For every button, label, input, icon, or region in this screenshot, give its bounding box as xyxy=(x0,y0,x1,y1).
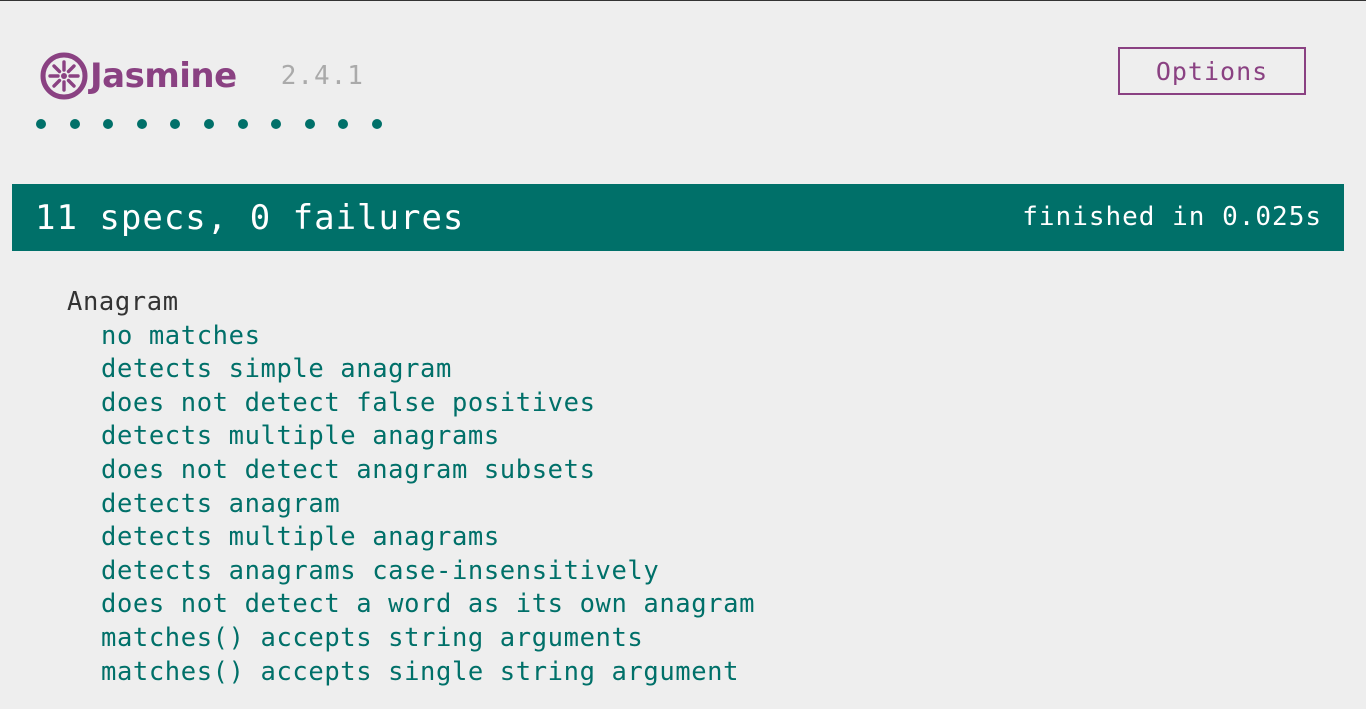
passed-dot-icon xyxy=(36,119,46,129)
suite-title[interactable]: Anagram xyxy=(67,286,755,320)
spec-item[interactable]: does not detect a word as its own anagra… xyxy=(101,588,755,622)
summary-bar: 11 specs, 0 failures finished in 0.025s xyxy=(12,184,1344,251)
options-button[interactable]: Options xyxy=(1118,47,1306,95)
passed-dot-icon xyxy=(304,119,315,129)
passed-dot-icon xyxy=(136,119,147,129)
spec-item[interactable]: detects anagram xyxy=(101,488,755,522)
spec-item[interactable]: matches() accepts string arguments xyxy=(101,622,755,656)
version-label: 2.4.1 xyxy=(280,61,364,91)
passed-dot-icon xyxy=(371,119,382,129)
passed-dot-icon xyxy=(103,119,114,129)
spec-status-dots xyxy=(36,119,406,129)
passed-dot-icon xyxy=(271,119,282,129)
passed-dot-icon xyxy=(338,119,349,129)
logo-wordmark: Jasmine xyxy=(90,56,237,96)
banner: Jasmine 2.4.1 xyxy=(40,52,364,100)
passed-dot-icon xyxy=(170,119,181,129)
spec-item[interactable]: detects simple anagram xyxy=(101,353,755,387)
spec-item[interactable]: detects multiple anagrams xyxy=(101,420,755,454)
top-border xyxy=(0,0,1366,1)
suite-anagram: Anagram no matches detects simple anagram… xyxy=(67,286,755,689)
spec-list: no matches detects simple anagram does not… xyxy=(67,320,755,690)
spec-item[interactable]: detects anagrams case-insensitively xyxy=(101,555,755,589)
jasmine-logo[interactable]: Jasmine xyxy=(40,52,237,100)
jasmine-flower-icon xyxy=(40,52,88,100)
summary-text: 11 specs, 0 failures xyxy=(35,198,465,238)
spec-item[interactable]: no matches xyxy=(101,320,755,354)
spec-item[interactable]: does not detect false positives xyxy=(101,387,755,421)
spec-item[interactable]: detects multiple anagrams xyxy=(101,521,755,555)
passed-dot-icon xyxy=(237,119,248,129)
spec-item[interactable]: matches() accepts single string argument xyxy=(101,656,755,690)
spec-item[interactable]: does not detect anagram subsets xyxy=(101,454,755,488)
duration-text: finished in 0.025s xyxy=(1022,202,1322,232)
passed-dot-icon xyxy=(69,119,80,129)
passed-dot-icon xyxy=(203,119,214,129)
